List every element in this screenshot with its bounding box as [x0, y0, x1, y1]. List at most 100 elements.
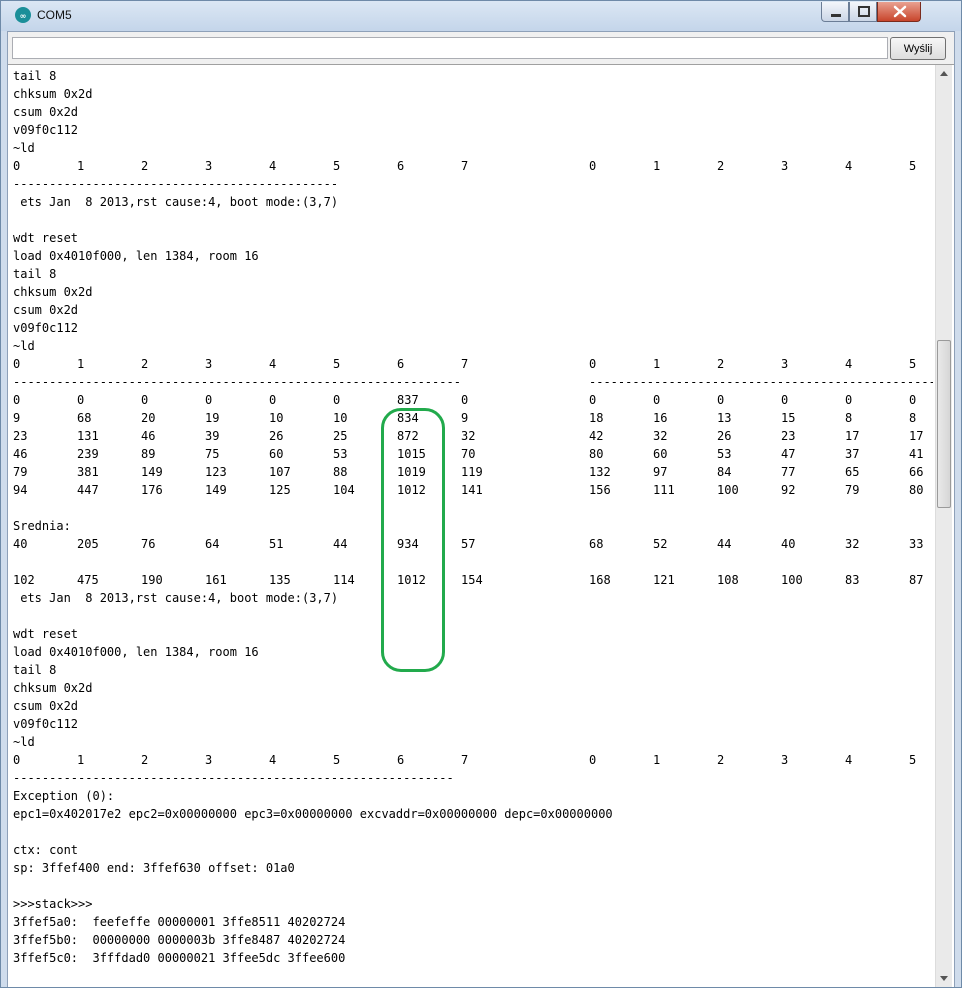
close-button[interactable] — [877, 2, 921, 22]
table-cell: 0 — [589, 393, 597, 407]
scroll-thumb[interactable] — [937, 340, 951, 508]
table-cell: 4 — [845, 753, 853, 767]
table-cell: 475 — [77, 573, 99, 587]
table-cell: 100 — [781, 573, 803, 587]
table-cell: 89 — [141, 447, 156, 461]
scroll-down-arrow-icon[interactable] — [936, 970, 952, 987]
table-cell: 0 — [13, 159, 21, 173]
table-cell: 68 — [77, 411, 92, 425]
maximize-button[interactable] — [849, 2, 877, 22]
table-cell: 4 — [269, 753, 277, 767]
table-cell: 0 — [781, 393, 789, 407]
table-cell: 15 — [781, 411, 796, 425]
console-line: csum 0x2d — [13, 105, 79, 119]
table-cell: 16 — [653, 411, 668, 425]
table-cell: 23 — [781, 429, 796, 443]
table-cell: 5 — [333, 753, 341, 767]
table-cell: 2 — [141, 357, 149, 371]
table-cell: 0 — [589, 159, 597, 173]
table-cell: 44 — [717, 537, 732, 551]
console-line: v09f0c112 — [13, 717, 79, 731]
table-cell: 25 — [333, 429, 348, 443]
table-cell: 119 — [461, 465, 483, 479]
table-cell: 934 — [397, 537, 419, 551]
table-cell: 0 — [333, 393, 341, 407]
separator-line: ----------------------------------------… — [13, 771, 454, 785]
vertical-scrollbar[interactable] — [935, 65, 952, 987]
table-cell: 1 — [653, 159, 661, 173]
minimize-button[interactable] — [821, 2, 849, 22]
scroll-up-arrow-icon[interactable] — [936, 65, 952, 82]
separator-line: ----------------------------------------… — [13, 177, 339, 191]
console-line: 3ffef5b0: 00000000 0000003b 3ffe8487 402… — [13, 933, 346, 947]
console-line: tail 8 — [13, 69, 57, 83]
table-row: 94 447 176 149 125 104 1012 141 156 111 100 92 79 80 — [13, 481, 933, 499]
table-cell: 44 — [333, 537, 348, 551]
table-cell: 51 — [269, 537, 284, 551]
table-cell: 13 — [717, 411, 732, 425]
table-cell: 0 — [269, 393, 277, 407]
console-line: 3ffef5c0: 3fffdad0 00000021 3ffee5dc 3ff… — [13, 951, 346, 965]
table-cell: 4 — [845, 159, 853, 173]
console-line: sp: 3ffef400 end: 3ffef630 offset: 01a0 — [13, 861, 295, 875]
table-cell: 42 — [589, 429, 604, 443]
table-cell: 132 — [589, 465, 611, 479]
table-cell: 205 — [77, 537, 99, 551]
console-line: chksum 0x2d — [13, 87, 93, 101]
table-cell: 17 — [845, 429, 860, 443]
table-cell: 79 — [13, 465, 28, 479]
table-cell: 80 — [909, 483, 924, 497]
console-line: chksum 0x2d — [13, 681, 93, 695]
table-cell: 87 — [909, 573, 924, 587]
table-cell: 0 — [141, 393, 149, 407]
serial-output-text: tail 8 chksum 0x2d csum 0x2d v09f0c112 ~ld 0 1… — [13, 67, 933, 987]
table-cell: 121 — [653, 573, 675, 587]
table-cell: 94 — [13, 483, 28, 497]
send-input[interactable] — [12, 37, 888, 59]
table-cell: 1 — [77, 357, 85, 371]
console-line: load 0x4010f000, len 1384, room 16 — [13, 645, 259, 659]
table-cell: 149 — [205, 483, 227, 497]
table-cell: 26 — [717, 429, 732, 443]
table-cell: 131 — [77, 429, 99, 443]
separator-line: ----------------------------------------… — [13, 373, 933, 391]
table-cell: 7 — [461, 753, 469, 767]
table-cell: 20 — [141, 411, 156, 425]
table-cell: 10 — [333, 411, 348, 425]
table-cell: 6 — [397, 753, 405, 767]
console-line: Srednia: — [13, 519, 71, 533]
table-cell: 77 — [781, 465, 796, 479]
client-area: Wyślij tail 8 chksum 0x2d csum 0x2d v09f0c1… — [7, 31, 955, 987]
title-bar[interactable]: ∞ COM5 — [1, 1, 961, 31]
console-line: Exception (0): — [13, 789, 115, 803]
table-cell: 53 — [717, 447, 732, 461]
table-cell: 3 — [781, 159, 789, 173]
send-button[interactable]: Wyślij — [890, 37, 946, 60]
table-cell: 4 — [269, 357, 277, 371]
serial-output[interactable]: tail 8 chksum 0x2d csum 0x2d v09f0c112 ~ld 0 1… — [8, 64, 954, 987]
table-cell: 83 — [845, 573, 860, 587]
table-cell: 5 — [333, 357, 341, 371]
console-line: ~ld — [13, 339, 35, 353]
table-cell: 66 — [909, 465, 924, 479]
table-cell: 872 — [397, 429, 419, 443]
table-cell: 7 — [461, 159, 469, 173]
table-cell: 26 — [269, 429, 284, 443]
table-cell: 18 — [589, 411, 604, 425]
table-cell: 0 — [717, 393, 725, 407]
table-cell: 6 — [397, 159, 405, 173]
table-cell: 104 — [333, 483, 355, 497]
console-line: epc1=0x402017e2 epc2=0x00000000 epc3=0x0… — [13, 807, 613, 821]
table-cell: 0 — [461, 393, 469, 407]
table-row: 102 475 190 161 135 114 1012 154 168 121 108 100 83 8… — [13, 571, 933, 589]
table-cell: 156 — [589, 483, 611, 497]
svg-text:∞: ∞ — [20, 12, 27, 21]
table-cell: 79 — [845, 483, 860, 497]
table-cell: 3 — [781, 753, 789, 767]
separator-left: ----------------------------------------… — [13, 375, 461, 389]
table-cell: 8 — [909, 411, 917, 425]
table-cell: 102 — [13, 573, 35, 587]
table-cell: 381 — [77, 465, 99, 479]
table-cell: 9 — [461, 411, 469, 425]
table-cell: 10 — [269, 411, 284, 425]
